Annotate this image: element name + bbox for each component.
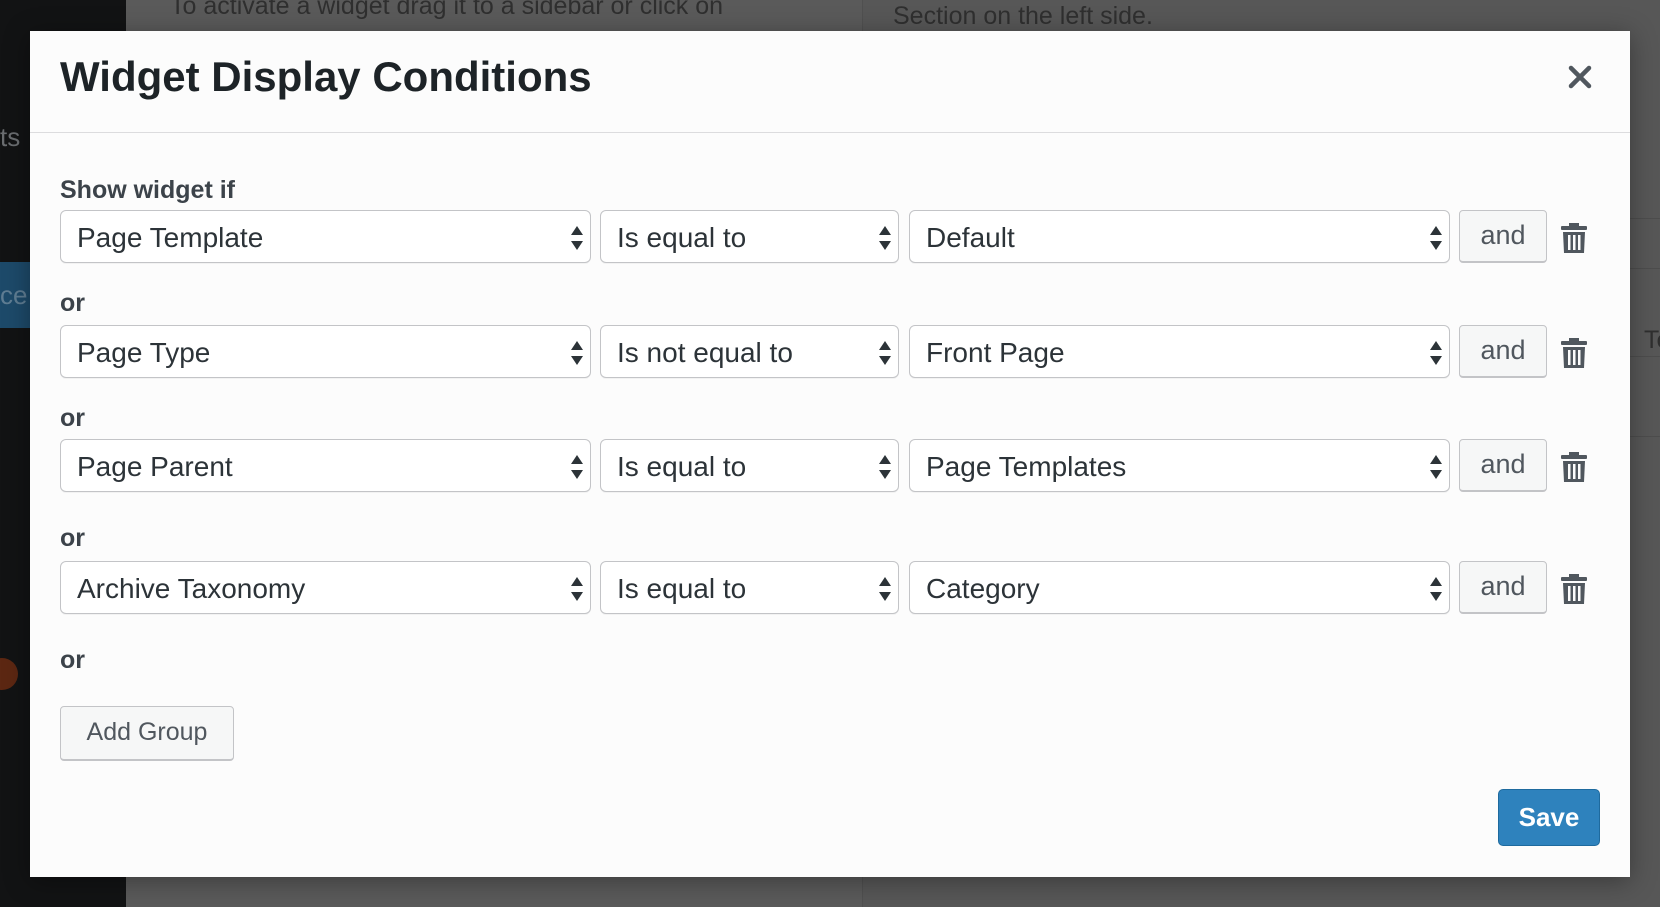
select-arrows-icon	[1430, 341, 1442, 365]
condition-operator-select[interactable]: Is not equal to	[600, 325, 899, 378]
select-arrows-icon	[571, 341, 583, 365]
condition-field-select[interactable]: Page Template	[60, 210, 591, 263]
condition-field-select[interactable]: Page Type	[60, 325, 591, 378]
modal-title: Widget Display Conditions	[60, 53, 592, 100]
widgets-help-text: To activate a widget drag it to a sideba…	[170, 0, 724, 20]
select-value: Is equal to	[617, 573, 747, 604]
select-value: Category	[926, 573, 1040, 604]
select-value: Page Templates	[926, 451, 1127, 482]
select-value: Page Template	[77, 222, 264, 253]
condition-value-select[interactable]: Default	[909, 210, 1450, 263]
or-label: or	[60, 289, 85, 317]
admin-sidebar-text: ts	[0, 122, 21, 152]
close-icon	[1568, 65, 1592, 89]
sidebar-help-text: Section on the left side.	[893, 2, 1153, 30]
select-value: Archive Taxonomy	[77, 573, 306, 604]
select-arrows-icon	[1430, 226, 1442, 250]
select-value: Page Type	[77, 337, 211, 368]
condition-value-select[interactable]: Category	[909, 561, 1450, 614]
delete-condition-button[interactable]	[1559, 573, 1589, 605]
and-button[interactable]: and	[1459, 325, 1547, 378]
delete-condition-button[interactable]	[1559, 222, 1589, 254]
select-arrows-icon	[879, 455, 891, 479]
close-button[interactable]	[1560, 57, 1600, 97]
condition-operator-select[interactable]: Is equal to	[600, 439, 899, 492]
select-arrows-icon	[879, 577, 891, 601]
condition-row: Page Template Is equal to Default and	[60, 210, 1620, 266]
delete-condition-button[interactable]	[1559, 451, 1589, 483]
condition-row: Archive Taxonomy Is equal to Category an…	[60, 561, 1620, 617]
select-arrows-icon	[571, 455, 583, 479]
condition-row: Page Type Is not equal to Front Page and	[60, 325, 1620, 381]
condition-operator-select[interactable]: Is equal to	[600, 210, 899, 263]
select-arrows-icon	[879, 226, 891, 250]
select-value: Default	[926, 222, 1015, 253]
trash-icon	[1561, 452, 1587, 482]
or-label: or	[60, 646, 85, 674]
select-value: Page Parent	[77, 451, 233, 482]
or-label: or	[60, 404, 85, 432]
edge-text: Te	[1644, 326, 1660, 354]
add-group-button[interactable]: Add Group	[60, 706, 234, 761]
select-value: Is not equal to	[617, 337, 793, 368]
trash-icon	[1561, 223, 1587, 253]
admin-sidebar-badge	[0, 658, 18, 690]
select-arrows-icon	[571, 577, 583, 601]
or-label: or	[60, 524, 85, 552]
select-value: Is equal to	[617, 451, 747, 482]
trash-icon	[1561, 574, 1587, 604]
condition-value-select[interactable]: Page Templates	[909, 439, 1450, 492]
save-button[interactable]: Save	[1498, 789, 1600, 846]
delete-condition-button[interactable]	[1559, 337, 1589, 369]
condition-row: Page Parent Is equal to Page Templates a…	[60, 439, 1620, 495]
condition-operator-select[interactable]: Is equal to	[600, 561, 899, 614]
condition-field-select[interactable]: Page Parent	[60, 439, 591, 492]
modal-header: Widget Display Conditions	[30, 31, 1630, 133]
show-widget-if-label: Show widget if	[60, 176, 235, 204]
admin-sidebar-text-active: ce	[0, 280, 28, 310]
select-arrows-icon	[1430, 577, 1442, 601]
and-button[interactable]: and	[1459, 210, 1547, 263]
and-button[interactable]: and	[1459, 439, 1547, 492]
widget-conditions-modal: Widget Display Conditions Show widget if…	[30, 31, 1630, 877]
select-arrows-icon	[571, 226, 583, 250]
condition-value-select[interactable]: Front Page	[909, 325, 1450, 378]
select-value: Is equal to	[617, 222, 747, 253]
trash-icon	[1561, 338, 1587, 368]
and-button[interactable]: and	[1459, 561, 1547, 614]
condition-field-select[interactable]: Archive Taxonomy	[60, 561, 591, 614]
select-arrows-icon	[879, 341, 891, 365]
select-arrows-icon	[1430, 455, 1442, 479]
select-value: Front Page	[926, 337, 1065, 368]
